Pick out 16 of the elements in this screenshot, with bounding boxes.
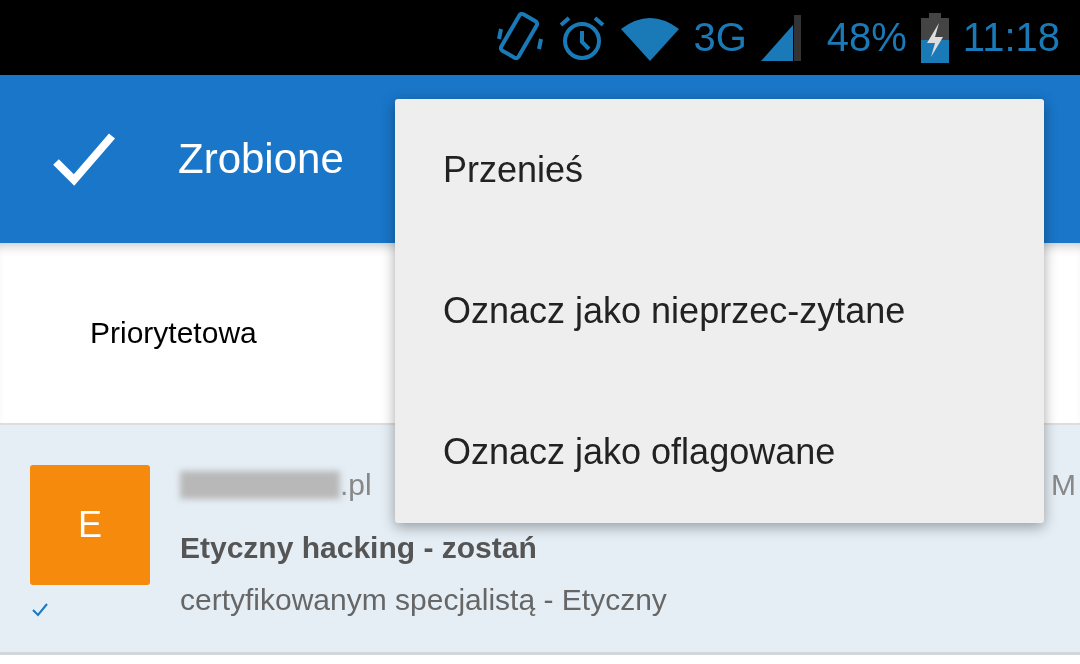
avatar: E	[30, 465, 150, 585]
battery-percent: 48%	[826, 15, 907, 60]
battery-icon	[920, 12, 949, 63]
app-title: Zrobione	[178, 135, 344, 183]
preview: certyfikowanym specjalistą - Etyczny	[180, 583, 668, 617]
subject: Etyczny hacking - zostań	[180, 531, 538, 565]
menu-item[interactable]: Oznacz jako nieprzec-zytane	[443, 270, 1044, 352]
time: M	[1051, 468, 1076, 502]
signal-icon	[760, 14, 801, 61]
tab[interactable]: Priorytetowa	[90, 316, 257, 350]
network-type: 3G	[693, 15, 747, 60]
sender: .pl	[340, 468, 372, 502]
menu-item[interactable]: Przenieś	[443, 128, 1044, 211]
clock: 11:18	[962, 15, 1060, 60]
check-icon[interactable]	[52, 132, 116, 186]
done-check-icon	[32, 603, 48, 617]
